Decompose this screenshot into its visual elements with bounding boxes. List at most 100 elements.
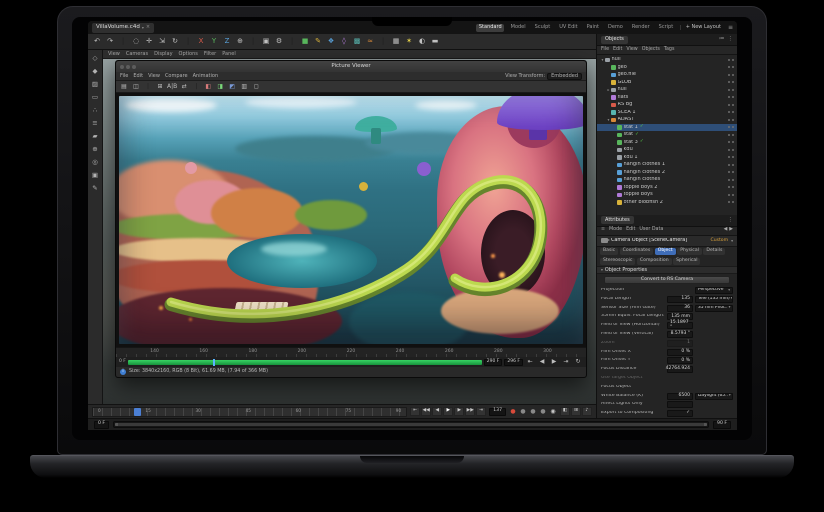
object-item[interactable]: other blobfish 2 bbox=[597, 199, 737, 207]
coord-system-icon[interactable]: ⊕ bbox=[234, 36, 246, 48]
separator[interactable]: | bbox=[117, 36, 129, 48]
visibility-dots[interactable] bbox=[728, 201, 734, 203]
viewport-menu-item[interactable]: Display bbox=[154, 52, 172, 57]
visibility-dots[interactable] bbox=[728, 104, 734, 106]
workplane-lock-icon[interactable]: ✎ bbox=[90, 183, 101, 193]
attribute-dropdown[interactable]: Tele (135 mm) bbox=[695, 296, 733, 303]
visibility-dot[interactable] bbox=[732, 81, 734, 83]
attribute-tab[interactable]: Basic bbox=[600, 248, 618, 255]
open-icon[interactable]: ▤ bbox=[119, 82, 129, 92]
separator[interactable]: | bbox=[377, 36, 389, 48]
snap-button[interactable]: ⊞ bbox=[571, 407, 581, 416]
visibility-dots[interactable] bbox=[728, 134, 734, 136]
goto-start-button[interactable]: ⇤ bbox=[410, 407, 420, 416]
filter-icon[interactable]: ≔ bbox=[719, 37, 725, 43]
add-cube-icon[interactable]: ■ bbox=[299, 36, 311, 48]
object-item[interactable]: ▾ ADAST bbox=[597, 116, 737, 124]
visibility-dot[interactable] bbox=[728, 126, 730, 128]
pv-play-button[interactable]: ▶ bbox=[549, 357, 559, 367]
axis-z-icon[interactable]: Z bbox=[221, 36, 233, 48]
sound-button[interactable]: ♪ bbox=[582, 407, 592, 416]
viewport-menu-item[interactable]: Panel bbox=[222, 52, 236, 57]
picture-viewer-menu-item[interactable]: File bbox=[120, 74, 128, 79]
object-item[interactable]: SCEA 1 bbox=[597, 109, 737, 117]
enabled-check-icon[interactable]: ✓ bbox=[640, 140, 644, 145]
layout-tab[interactable]: Render bbox=[629, 24, 652, 32]
separator[interactable]: | bbox=[143, 82, 153, 92]
separator[interactable]: | bbox=[191, 82, 201, 92]
menu-icon[interactable]: ≡ bbox=[728, 25, 733, 31]
attribute-value-field[interactable] bbox=[667, 401, 693, 408]
attribute-tab[interactable]: Coordinates bbox=[620, 248, 654, 255]
solo-button[interactable]: ◧ bbox=[560, 407, 570, 416]
visibility-dots[interactable] bbox=[728, 96, 734, 98]
visibility-dot[interactable] bbox=[732, 194, 734, 196]
range-start-field[interactable]: 0 F bbox=[94, 421, 109, 429]
convert-to-rs-camera-button[interactable]: Convert to RS Camera bbox=[604, 276, 730, 284]
visibility-dot[interactable] bbox=[732, 89, 734, 91]
visibility-dot[interactable] bbox=[728, 59, 730, 61]
record-keyframe-button[interactable]: ● bbox=[509, 407, 517, 416]
menu-icon[interactable]: ≡ bbox=[601, 228, 605, 233]
image-canvas[interactable] bbox=[116, 93, 586, 347]
document-tab[interactable]: VillaVolume.c4d ▾ × bbox=[92, 23, 154, 33]
visibility-dot[interactable] bbox=[728, 186, 730, 188]
render-view-icon[interactable]: ▣ bbox=[260, 36, 272, 48]
visibility-dot[interactable] bbox=[732, 126, 734, 128]
picture-viewer-menu-item[interactable]: View bbox=[148, 74, 160, 79]
attribute-tab[interactable]: Stereoscopic bbox=[600, 258, 635, 265]
object-item[interactable]: kdu bbox=[597, 146, 737, 154]
close-tab-icon[interactable]: × bbox=[146, 25, 150, 30]
layout-tab[interactable]: Model bbox=[508, 24, 528, 32]
visibility-dot[interactable] bbox=[732, 96, 734, 98]
object-item[interactable]: stat ✓ bbox=[597, 131, 737, 139]
objects-menu-item[interactable]: Objects bbox=[642, 48, 660, 53]
texture-mode-icon[interactable]: ▨ bbox=[90, 79, 101, 89]
attributes-menu-item[interactable]: Edit bbox=[626, 228, 635, 233]
render-progress-bar[interactable] bbox=[128, 360, 482, 365]
attribute-value-field[interactable]: 15.1897 ° bbox=[667, 322, 693, 329]
attribute-value-field[interactable]: 135 bbox=[667, 296, 693, 303]
timeline-playhead[interactable] bbox=[134, 408, 141, 416]
forward-icon[interactable]: ▶ bbox=[729, 228, 733, 233]
visibility-dots[interactable] bbox=[728, 119, 734, 121]
visibility-dot[interactable] bbox=[728, 66, 730, 68]
visibility-dot[interactable] bbox=[732, 171, 734, 173]
visibility-dot[interactable] bbox=[728, 96, 730, 98]
object-properties-section[interactable]: ▾ Object Properties bbox=[597, 266, 737, 274]
attribute-tab[interactable]: Object bbox=[655, 248, 676, 255]
enable-axis-icon[interactable]: ⊕ bbox=[90, 144, 101, 154]
sky-icon[interactable]: ◐ bbox=[416, 36, 428, 48]
viewport-menu-item[interactable]: Options bbox=[179, 52, 198, 57]
fullscreen-icon[interactable]: ◻ bbox=[251, 82, 261, 92]
visibility-dot[interactable] bbox=[732, 164, 734, 166]
object-item[interactable]: kdu 1 bbox=[597, 154, 737, 162]
light-icon[interactable]: ✶ bbox=[403, 36, 415, 48]
viewport-solo-icon[interactable]: ◎ bbox=[90, 157, 101, 167]
visibility-dots[interactable] bbox=[728, 141, 734, 143]
chevron-down-icon[interactable]: ▾ bbox=[731, 239, 733, 243]
visibility-dots[interactable] bbox=[728, 66, 734, 68]
visibility-dots[interactable] bbox=[728, 149, 734, 151]
object-item[interactable]: hangin clothes 1 bbox=[597, 161, 737, 169]
compare-ab-icon[interactable]: A|B bbox=[167, 82, 177, 92]
key-position-button[interactable]: ● bbox=[519, 407, 527, 416]
prev-frame-button[interactable]: ◀ bbox=[432, 407, 442, 416]
visibility-dot[interactable] bbox=[732, 104, 734, 106]
attribute-value-field[interactable]: 0 % bbox=[667, 349, 693, 356]
range-end-field[interactable]: 296 F bbox=[504, 359, 523, 366]
visibility-dot[interactable] bbox=[732, 74, 734, 76]
visibility-dot[interactable] bbox=[732, 111, 734, 113]
scale-tool-icon[interactable]: ⇲ bbox=[156, 36, 168, 48]
viewport-menu-item[interactable]: Cameras bbox=[126, 52, 148, 57]
attributes-menu-item[interactable]: Mode bbox=[609, 228, 622, 233]
visibility-dots[interactable] bbox=[728, 156, 734, 158]
autokey-button[interactable]: ◉ bbox=[549, 407, 557, 416]
separator[interactable]: | bbox=[182, 36, 194, 48]
attribute-value-field[interactable]: 6500 bbox=[667, 393, 693, 400]
picture-viewer-menu-item[interactable]: Compare bbox=[165, 74, 188, 79]
visibility-dot[interactable] bbox=[728, 164, 730, 166]
rotate-tool-icon[interactable]: ↻ bbox=[169, 36, 181, 48]
layout-tab[interactable]: Demo bbox=[606, 24, 626, 32]
attribute-tab[interactable]: Details bbox=[703, 248, 725, 255]
